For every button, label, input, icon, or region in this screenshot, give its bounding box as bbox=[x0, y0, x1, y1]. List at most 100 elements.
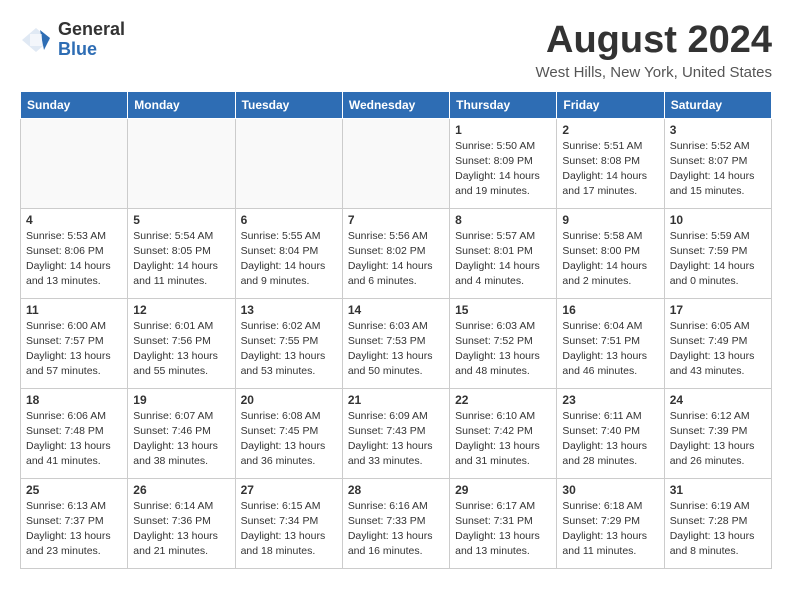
day-number: 12 bbox=[133, 303, 229, 317]
day-detail: Sunrise: 6:09 AM Sunset: 7:43 PM Dayligh… bbox=[348, 409, 444, 470]
day-detail: Sunrise: 6:05 AM Sunset: 7:49 PM Dayligh… bbox=[670, 319, 766, 380]
day-number: 29 bbox=[455, 483, 551, 497]
calendar-cell: 6Sunrise: 5:55 AM Sunset: 8:04 PM Daylig… bbox=[235, 208, 342, 298]
day-number: 16 bbox=[562, 303, 658, 317]
calendar-cell: 21Sunrise: 6:09 AM Sunset: 7:43 PM Dayli… bbox=[342, 388, 449, 478]
title-block: August 2024 West Hills, New York, United… bbox=[536, 20, 772, 81]
day-number: 22 bbox=[455, 393, 551, 407]
week-row-3: 18 Sunrise: 6:06 AM Sunset: 7:48 PM Dayli… bbox=[21, 388, 772, 478]
calendar-cell bbox=[235, 118, 342, 208]
day-number: 3 bbox=[670, 123, 766, 137]
day-detail: Sunrise: 6:04 AM Sunset: 7:51 PM Dayligh… bbox=[562, 319, 658, 380]
day-number: 26 bbox=[133, 483, 229, 497]
day-number: 4 bbox=[26, 213, 122, 227]
day-detail: Sunrise: 6:02 AM Sunset: 7:55 PM Dayligh… bbox=[241, 319, 337, 380]
day-detail: Sunrise: 6:08 AM Sunset: 7:45 PM Dayligh… bbox=[241, 409, 337, 470]
calendar-cell: 13 Sunrise: 6:02 AM Sunset: 7:55 PM Dayli… bbox=[235, 298, 342, 388]
day-number: 2 bbox=[562, 123, 658, 137]
weekday-header-saturday: Saturday bbox=[664, 91, 771, 118]
day-detail: Sunrise: 6:19 AM Sunset: 7:28 PM Dayligh… bbox=[670, 499, 766, 560]
calendar-cell: 9 Sunrise: 5:58 AM Sunset: 8:00 PM Daylig… bbox=[557, 208, 664, 298]
logo-general-text: General bbox=[58, 20, 125, 40]
day-detail: Sunrise: 6:01 AM Sunset: 7:56 PM Dayligh… bbox=[133, 319, 229, 380]
logo-text: General Blue bbox=[58, 20, 125, 60]
page-header: General Blue August 2024 West Hills, New… bbox=[20, 20, 772, 81]
weekday-header-sunday: Sunday bbox=[21, 91, 128, 118]
calendar-cell: 28 Sunrise: 6:16 AM Sunset: 7:33 PM Dayli… bbox=[342, 478, 449, 568]
calendar-cell: 2 Sunrise: 5:51 AM Sunset: 8:08 PM Daylig… bbox=[557, 118, 664, 208]
day-detail: Sunrise: 6:13 AM Sunset: 7:37 PM Dayligh… bbox=[26, 499, 122, 560]
calendar-cell: 17 Sunrise: 6:05 AM Sunset: 7:49 PM Dayli… bbox=[664, 298, 771, 388]
week-row-1: 4 Sunrise: 5:53 AM Sunset: 8:06 PM Daylig… bbox=[21, 208, 772, 298]
day-number: 1 bbox=[455, 123, 551, 137]
day-number: 8 bbox=[455, 213, 551, 227]
day-number: 17 bbox=[670, 303, 766, 317]
day-detail: Sunrise: 6:11 AM Sunset: 7:40 PM Dayligh… bbox=[562, 409, 658, 470]
calendar-cell bbox=[21, 118, 128, 208]
calendar-cell: 25 Sunrise: 6:13 AM Sunset: 7:37 PM Dayli… bbox=[21, 478, 128, 568]
calendar-cell: 5Sunrise: 5:54 AM Sunset: 8:05 PM Daylig… bbox=[128, 208, 235, 298]
week-row-4: 25 Sunrise: 6:13 AM Sunset: 7:37 PM Dayli… bbox=[21, 478, 772, 568]
calendar-cell: 4 Sunrise: 5:53 AM Sunset: 8:06 PM Daylig… bbox=[21, 208, 128, 298]
calendar-cell: 19 Sunrise: 6:07 AM Sunset: 7:46 PM Dayli… bbox=[128, 388, 235, 478]
day-number: 13 bbox=[241, 303, 337, 317]
day-detail: Sunrise: 5:58 AM Sunset: 8:00 PM Dayligh… bbox=[562, 229, 658, 290]
calendar-cell bbox=[128, 118, 235, 208]
calendar-cell bbox=[342, 118, 449, 208]
day-number: 28 bbox=[348, 483, 444, 497]
calendar-cell: 29Sunrise: 6:17 AM Sunset: 7:31 PM Dayli… bbox=[450, 478, 557, 568]
day-number: 9 bbox=[562, 213, 658, 227]
day-number: 23 bbox=[562, 393, 658, 407]
day-detail: Sunrise: 5:50 AM Sunset: 8:09 PM Dayligh… bbox=[455, 139, 551, 200]
calendar-cell: 1 Sunrise: 5:50 AM Sunset: 8:09 PM Daylig… bbox=[450, 118, 557, 208]
weekday-header-monday: Monday bbox=[128, 91, 235, 118]
weekday-header-friday: Friday bbox=[557, 91, 664, 118]
week-row-2: 11Sunrise: 6:00 AM Sunset: 7:57 PM Dayli… bbox=[21, 298, 772, 388]
day-detail: Sunrise: 6:16 AM Sunset: 7:33 PM Dayligh… bbox=[348, 499, 444, 560]
day-detail: Sunrise: 5:59 AM Sunset: 7:59 PM Dayligh… bbox=[670, 229, 766, 290]
logo: General Blue bbox=[20, 20, 125, 60]
day-detail: Sunrise: 6:14 AM Sunset: 7:36 PM Dayligh… bbox=[133, 499, 229, 560]
week-row-0: 1 Sunrise: 5:50 AM Sunset: 8:09 PM Daylig… bbox=[21, 118, 772, 208]
calendar-cell: 12 Sunrise: 6:01 AM Sunset: 7:56 PM Dayli… bbox=[128, 298, 235, 388]
day-number: 31 bbox=[670, 483, 766, 497]
calendar-cell: 22Sunrise: 6:10 AM Sunset: 7:42 PM Dayli… bbox=[450, 388, 557, 478]
weekday-header-thursday: Thursday bbox=[450, 91, 557, 118]
day-number: 18 bbox=[26, 393, 122, 407]
day-detail: Sunrise: 6:07 AM Sunset: 7:46 PM Dayligh… bbox=[133, 409, 229, 470]
calendar-cell: 24Sunrise: 6:12 AM Sunset: 7:39 PM Dayli… bbox=[664, 388, 771, 478]
calendar-cell: 16 Sunrise: 6:04 AM Sunset: 7:51 PM Dayli… bbox=[557, 298, 664, 388]
day-detail: Sunrise: 6:03 AM Sunset: 7:52 PM Dayligh… bbox=[455, 319, 551, 380]
day-number: 5 bbox=[133, 213, 229, 227]
day-number: 7 bbox=[348, 213, 444, 227]
calendar-cell: 7 Sunrise: 5:56 AM Sunset: 8:02 PM Daylig… bbox=[342, 208, 449, 298]
day-number: 20 bbox=[241, 393, 337, 407]
day-detail: Sunrise: 5:53 AM Sunset: 8:06 PM Dayligh… bbox=[26, 229, 122, 290]
day-number: 19 bbox=[133, 393, 229, 407]
calendar-table: SundayMondayTuesdayWednesdayThursdayFrid… bbox=[20, 91, 772, 569]
day-detail: Sunrise: 5:57 AM Sunset: 8:01 PM Dayligh… bbox=[455, 229, 551, 290]
day-number: 6 bbox=[241, 213, 337, 227]
day-number: 25 bbox=[26, 483, 122, 497]
calendar-cell: 3Sunrise: 5:52 AM Sunset: 8:07 PM Daylig… bbox=[664, 118, 771, 208]
day-detail: Sunrise: 6:06 AM Sunset: 7:48 PM Dayligh… bbox=[26, 409, 122, 470]
calendar-cell: 18 Sunrise: 6:06 AM Sunset: 7:48 PM Dayli… bbox=[21, 388, 128, 478]
calendar-cell: 31 Sunrise: 6:19 AM Sunset: 7:28 PM Dayli… bbox=[664, 478, 771, 568]
day-number: 10 bbox=[670, 213, 766, 227]
day-detail: Sunrise: 6:18 AM Sunset: 7:29 PM Dayligh… bbox=[562, 499, 658, 560]
calendar-cell: 15Sunrise: 6:03 AM Sunset: 7:52 PM Dayli… bbox=[450, 298, 557, 388]
day-detail: Sunrise: 6:15 AM Sunset: 7:34 PM Dayligh… bbox=[241, 499, 337, 560]
location-text: West Hills, New York, United States bbox=[536, 64, 772, 81]
day-detail: Sunrise: 5:51 AM Sunset: 8:08 PM Dayligh… bbox=[562, 139, 658, 200]
calendar-cell: 8 Sunrise: 5:57 AM Sunset: 8:01 PM Daylig… bbox=[450, 208, 557, 298]
weekday-header-row: SundayMondayTuesdayWednesdayThursdayFrid… bbox=[21, 91, 772, 118]
weekday-header-tuesday: Tuesday bbox=[235, 91, 342, 118]
logo-icon bbox=[20, 26, 52, 54]
calendar-cell: 27Sunrise: 6:15 AM Sunset: 7:34 PM Dayli… bbox=[235, 478, 342, 568]
calendar-cell: 14Sunrise: 6:03 AM Sunset: 7:53 PM Dayli… bbox=[342, 298, 449, 388]
day-detail: Sunrise: 5:56 AM Sunset: 8:02 PM Dayligh… bbox=[348, 229, 444, 290]
day-detail: Sunrise: 6:00 AM Sunset: 7:57 PM Dayligh… bbox=[26, 319, 122, 380]
calendar-cell: 20 Sunrise: 6:08 AM Sunset: 7:45 PM Dayli… bbox=[235, 388, 342, 478]
calendar-cell: 11Sunrise: 6:00 AM Sunset: 7:57 PM Dayli… bbox=[21, 298, 128, 388]
day-number: 14 bbox=[348, 303, 444, 317]
